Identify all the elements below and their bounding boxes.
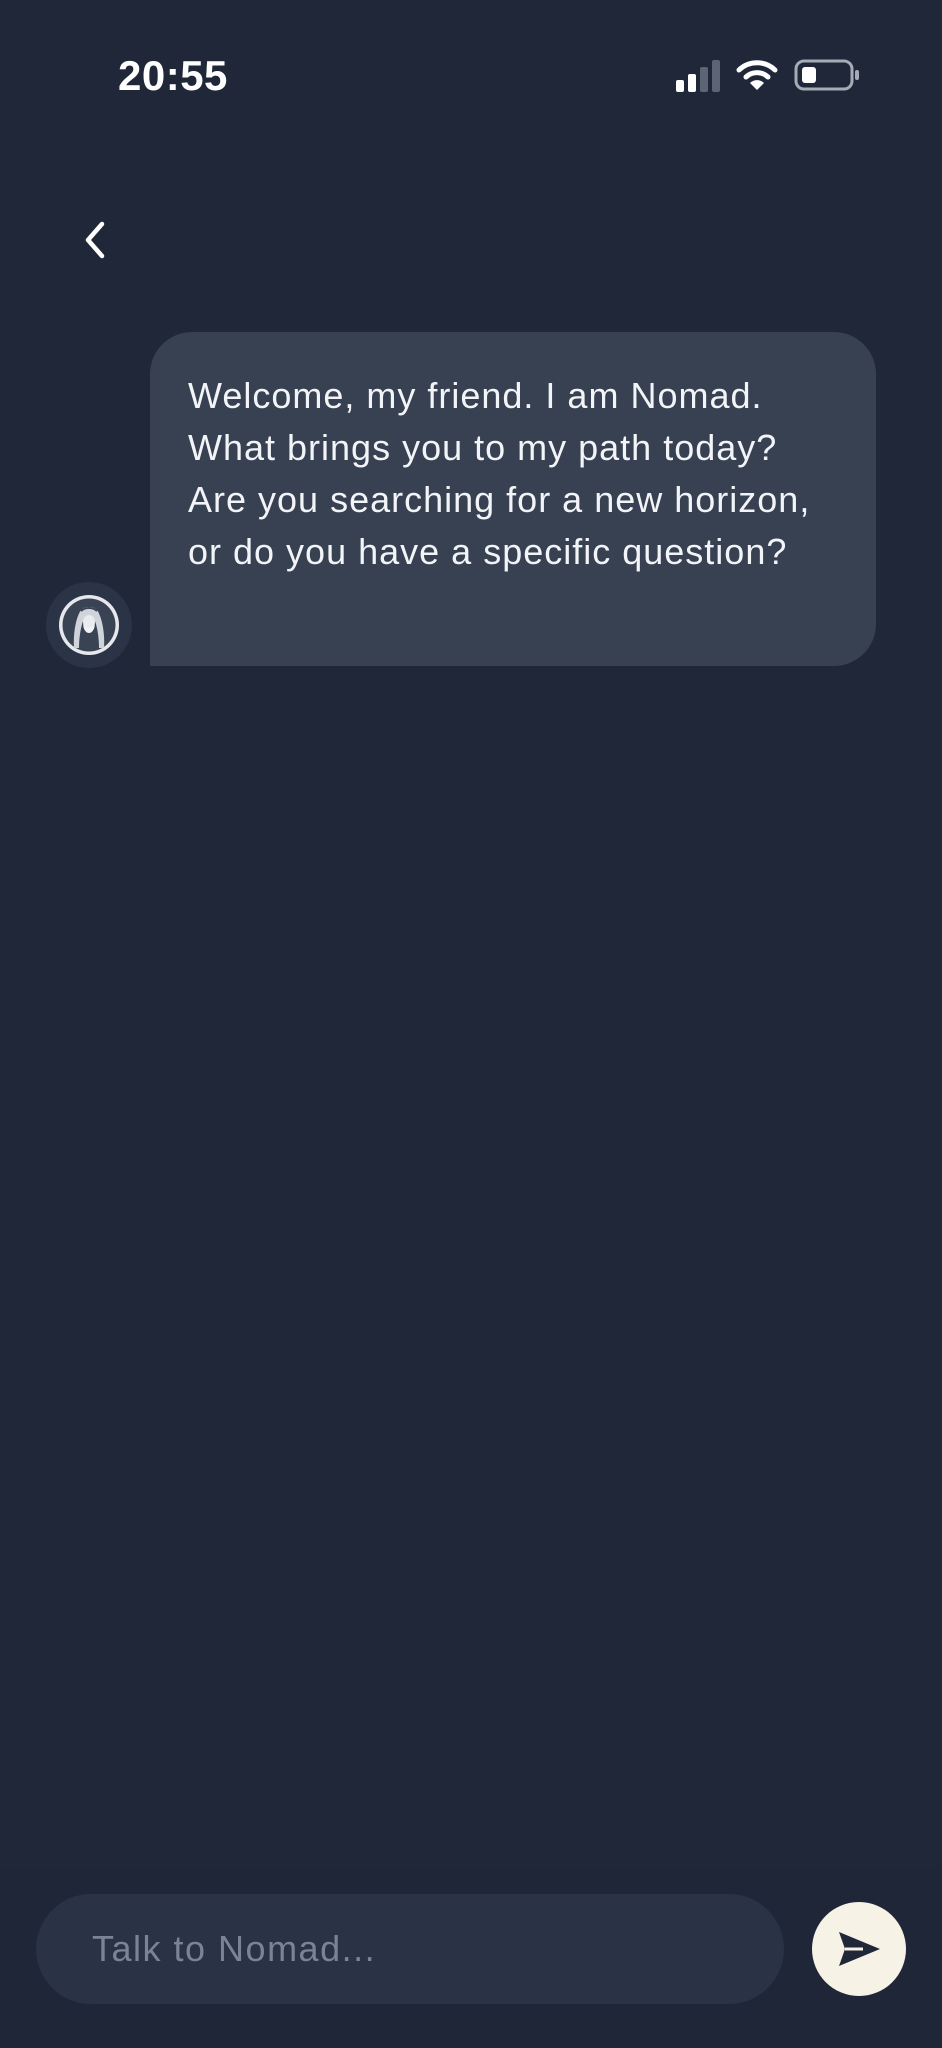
nomad-portrait-icon bbox=[59, 595, 119, 655]
nomad-avatar bbox=[46, 582, 132, 668]
status-time: 20:55 bbox=[118, 52, 228, 99]
composer-bar bbox=[0, 1870, 942, 2048]
wifi-icon bbox=[736, 60, 778, 90]
send-button[interactable] bbox=[812, 1902, 906, 1996]
battery-low-icon bbox=[794, 59, 859, 91]
send-icon bbox=[839, 1932, 880, 1966]
message-input[interactable] bbox=[36, 1894, 784, 2004]
cellular-signal-icon bbox=[676, 60, 720, 92]
back-button[interactable] bbox=[62, 204, 126, 276]
nomad-message-bubble: Welcome, my friend. I am Nomad. What bri… bbox=[150, 332, 876, 666]
message-row: Welcome, my friend. I am Nomad. What bri… bbox=[0, 332, 942, 672]
status-bar: 20:55 bbox=[0, 0, 942, 150]
chevron-left-icon bbox=[85, 221, 105, 259]
